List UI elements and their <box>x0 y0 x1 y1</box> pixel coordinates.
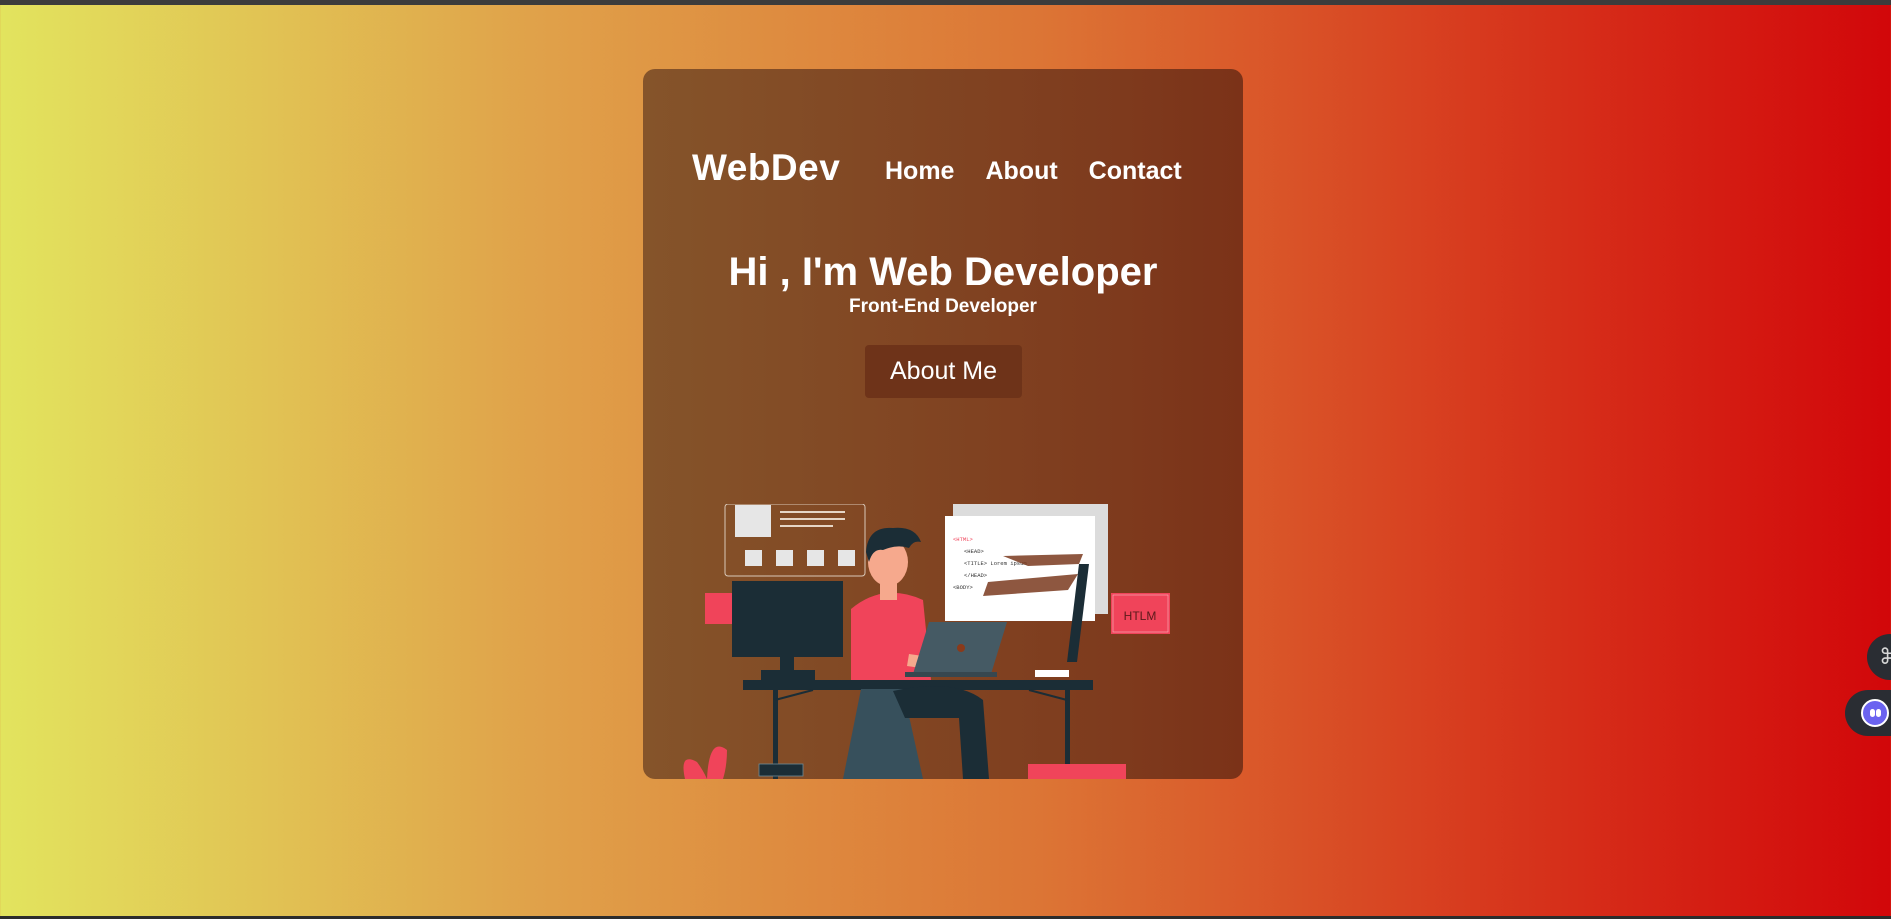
code-line: <BODY> <box>953 584 973 591</box>
nav-link-about[interactable]: About <box>985 157 1057 186</box>
command-button[interactable]: ⌘ <box>1867 634 1891 680</box>
site-logo[interactable]: WebDev <box>692 147 840 189</box>
developer-at-desk-illustration: HTLM <HTML> <HEAD> <TITLE> Lorem ipsum <… <box>683 504 1170 779</box>
assistant-button[interactable] <box>1845 690 1891 736</box>
nav-link-home[interactable]: Home <box>885 157 954 186</box>
about-me-button[interactable]: About Me <box>865 345 1022 398</box>
hero-card: WebDev Home About Contact Hi , I'm Web D… <box>643 69 1243 779</box>
assistant-bot-icon <box>1861 699 1889 727</box>
command-icon: ⌘ <box>1879 644 1891 669</box>
nav-links: Home About Contact <box>885 157 1182 186</box>
code-line: <HEAD> <box>964 548 984 555</box>
hero-subtitle: Front-End Developer <box>849 296 1037 317</box>
hero-title: Hi , I'm Web Developer <box>728 250 1158 294</box>
code-line: </HEAD> <box>964 572 987 579</box>
navbar: WebDev Home About Contact <box>643 147 1243 189</box>
top-window-strip <box>0 0 1891 5</box>
code-line: <HTML> <box>953 536 973 543</box>
nav-link-contact[interactable]: Contact <box>1089 157 1182 186</box>
htlm-badge: HTLM <box>1124 609 1157 623</box>
